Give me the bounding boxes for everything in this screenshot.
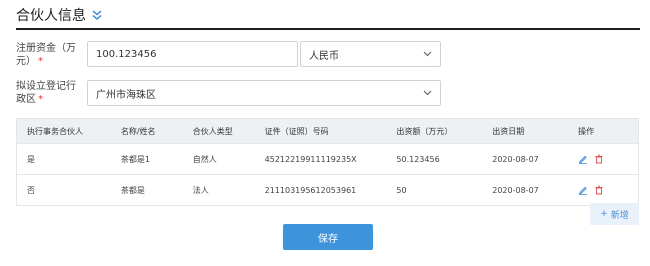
col-header: 合伙人类型 [192,126,233,136]
required-mark: * [38,56,43,67]
col-header: 名称/姓名 [120,126,156,136]
save-button[interactable]: 保存 [283,224,373,250]
edit-icon[interactable] [578,154,588,164]
col-header: 执行事务合伙人 [27,126,83,136]
capital-input[interactable]: 100.123456 [87,41,298,67]
capital-label: 注册资金（万 元） * [16,43,76,67]
col-header: 出资日期 [492,126,525,136]
table-row: 否 茶都是 法人 211103195612053961 50 2020-08-0… [17,174,638,205]
required-mark: * [38,94,43,105]
currency-select[interactable]: 人民币 [300,41,441,67]
edit-icon[interactable] [578,185,588,195]
plus-icon: + [600,209,608,219]
delete-icon[interactable] [594,185,604,195]
row-actions [568,185,638,195]
col-header: 出资额（万元） [396,126,453,136]
section-header: 合伙人信息 [16,4,102,26]
table-row: 是 茶都是1 自然人 45212219911119235X 50.123456 … [17,143,638,174]
chevron-down-icon [423,90,432,96]
district-select[interactable]: 广州市海珠区 [87,80,441,106]
col-header: 操作 [578,126,595,136]
partner-table: 执行事务合伙人 名称/姓名 合伙人类型 证件（证照）号码 出资额（万元） 出资日… [16,118,639,206]
add-partner-button[interactable]: + 新增 [590,203,639,225]
double-chevron-down-icon[interactable] [92,9,102,21]
chevron-down-icon [423,51,432,57]
district-label: 拟设立登记行 政区 * [16,81,76,105]
delete-icon[interactable] [594,154,604,164]
row-actions [568,154,638,164]
table-header: 执行事务合伙人 名称/姓名 合伙人类型 证件（证照）号码 出资额（万元） 出资日… [17,119,638,143]
header-divider [16,28,640,30]
col-header: 证件（证照）号码 [264,126,329,136]
page-title: 合伙人信息 [16,8,86,24]
